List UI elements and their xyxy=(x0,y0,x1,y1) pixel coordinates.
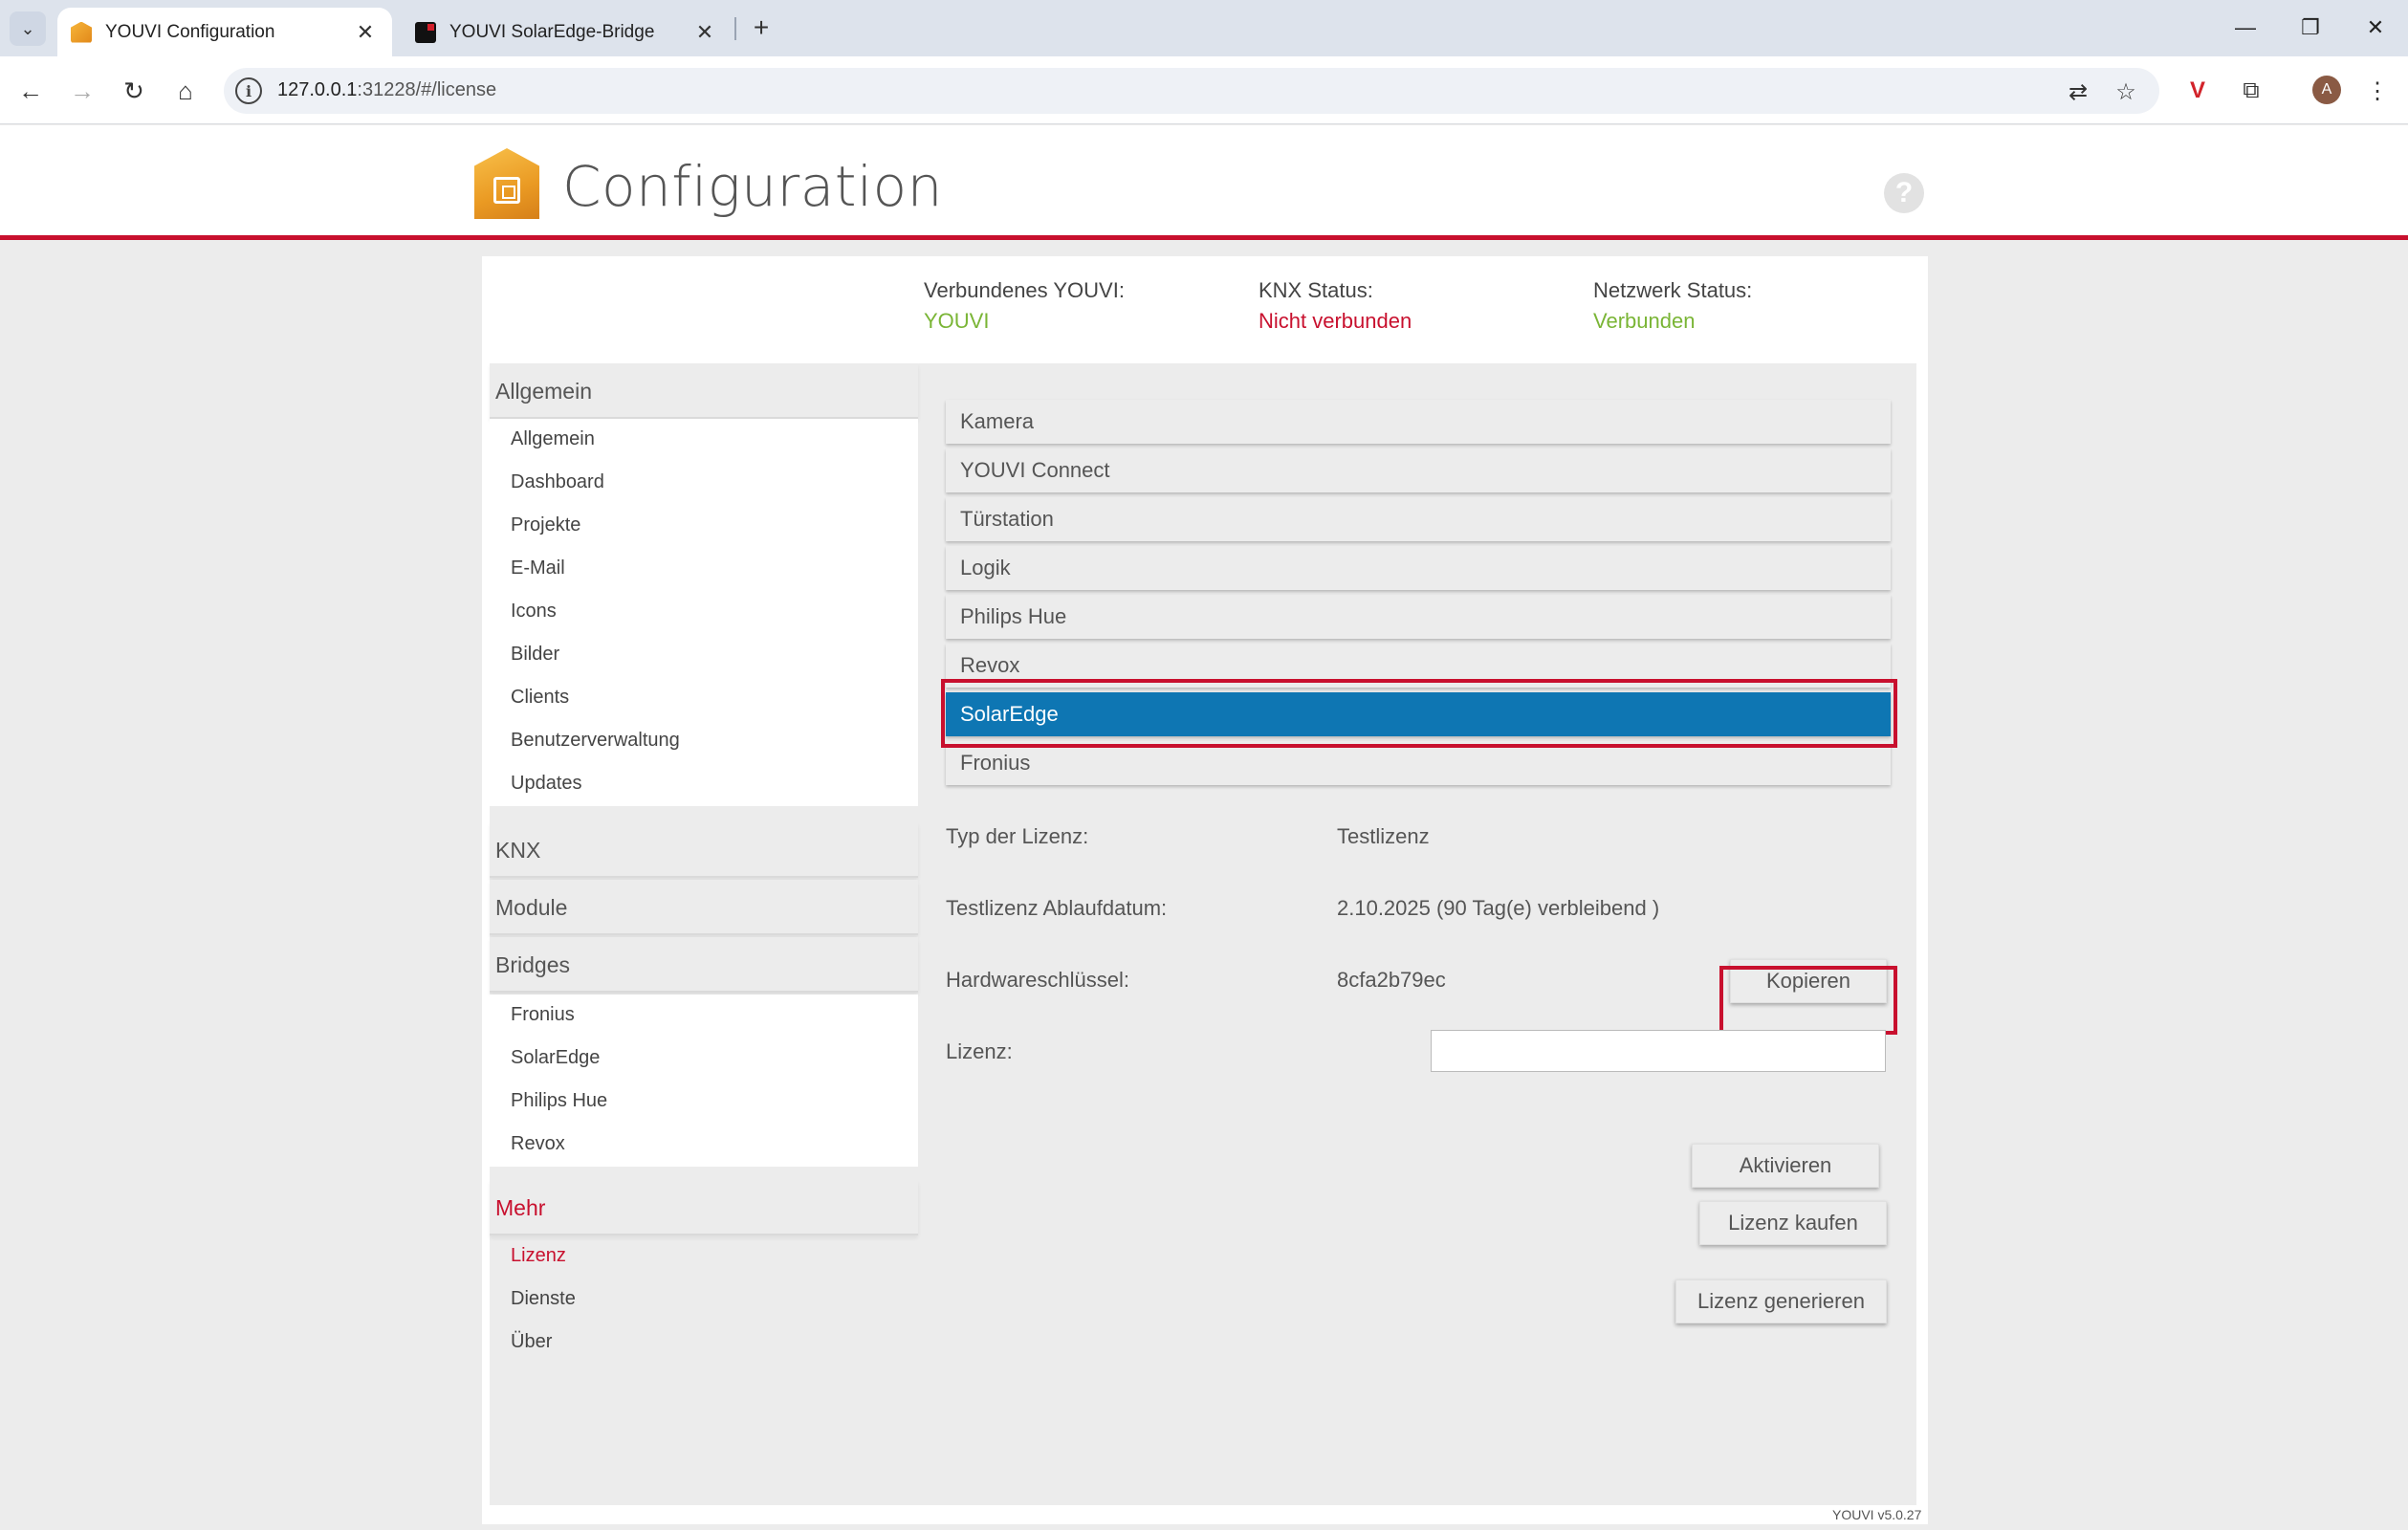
status-label: KNX Status: xyxy=(1259,278,1373,302)
license-expiry-label: Testlizenz Ablaufdatum: xyxy=(946,896,1168,920)
menu-dots-icon[interactable]: ⋮ xyxy=(2356,70,2398,112)
sidebar-head-knx[interactable]: KNX xyxy=(490,822,918,878)
sidebar-list-mehr: Lizenz Dienste Über xyxy=(490,1235,918,1365)
sidebar-item-lizenz[interactable]: Lizenz xyxy=(490,1235,918,1279)
translate-icon[interactable]: ⇄ xyxy=(2064,77,2092,106)
extension-icon[interactable]: V xyxy=(2177,70,2219,112)
tab-title: YOUVI SolarEdge-Bridge xyxy=(449,21,655,42)
sidebar-item-dienste[interactable]: Dienste xyxy=(490,1279,918,1322)
address-bar[interactable]: i 127.0.0.1:31228/#/license ⇄ ☆ xyxy=(224,68,2159,114)
reload-icon[interactable]: ↻ xyxy=(113,70,155,112)
status-value: Nicht verbunden xyxy=(1259,309,1412,333)
sidebar-item-email[interactable]: E-Mail xyxy=(490,548,918,591)
browser-tab-bar: ⌄ YOUVI Configuration ✕ YOUVI SolarEdge-… xyxy=(0,0,2408,56)
sidebar-item-fronius[interactable]: Fronius xyxy=(490,994,918,1038)
youvi-status: Verbundenes YOUVI: YOUVI xyxy=(924,275,1125,337)
puzzle-icon[interactable]: ⧉ xyxy=(2230,70,2272,112)
tab-search-chevron-icon[interactable]: ⌄ xyxy=(10,11,46,46)
copy-highlight-box xyxy=(1719,966,1897,1035)
license-type-label: Typ der Lizenz: xyxy=(946,824,1089,848)
help-icon[interactable]: ? xyxy=(1884,173,1924,213)
knx-status: KNX Status: Nicht verbunden xyxy=(1259,275,1412,337)
module-item-youvi-connect[interactable]: YOUVI Connect xyxy=(946,448,1891,492)
sidebar-item-clients[interactable]: Clients xyxy=(490,677,918,720)
sidebar-item-allgemein[interactable]: Allgemein xyxy=(490,419,918,462)
version-label: YOUVI v5.0.27 xyxy=(1832,1507,1922,1522)
minimize-icon[interactable]: — xyxy=(2219,8,2272,48)
new-tab-icon[interactable]: + xyxy=(744,10,778,46)
sidebar-item-revox[interactable]: Revox xyxy=(490,1124,918,1167)
tab-divider xyxy=(734,17,736,40)
restore-icon[interactable]: ❐ xyxy=(2284,8,2337,48)
activate-button[interactable]: Aktivieren xyxy=(1692,1144,1879,1188)
chip-icon xyxy=(493,177,520,204)
home-icon[interactable]: ⌂ xyxy=(164,70,207,112)
close-tab-icon[interactable]: ✕ xyxy=(352,20,379,45)
tab-youvi-solaredge-bridge[interactable]: YOUVI SolarEdge-Bridge ✕ xyxy=(402,8,732,56)
close-window-icon[interactable]: ✕ xyxy=(2349,8,2402,48)
status-value: YOUVI xyxy=(924,309,990,333)
status-label: Verbundenes YOUVI: xyxy=(924,278,1125,302)
sidebar-head-allgemein[interactable]: Allgemein xyxy=(490,363,918,419)
browser-toolbar: ← → ↻ ⌂ i 127.0.0.1:31228/#/license ⇄ ☆ … xyxy=(0,56,2408,124)
module-item-kamera[interactable]: Kamera xyxy=(946,400,1891,444)
sidebar-head-module[interactable]: Module xyxy=(490,880,918,935)
tab-title: YOUVI Configuration xyxy=(105,21,275,42)
license-expiry-value: 2.10.2025 (90 Tag(e) verbleibend ) xyxy=(1337,896,1660,920)
sidebar-list-allgemein: Allgemein Dashboard Projekte E-Mail Icon… xyxy=(490,419,918,806)
license-input[interactable] xyxy=(1431,1030,1886,1072)
site-info-icon[interactable]: i xyxy=(235,77,262,104)
license-type-value: Testlizenz xyxy=(1337,824,1430,848)
sidebar-item-philips-hue[interactable]: Philips Hue xyxy=(490,1081,918,1124)
url-text[interactable]: 127.0.0.1:31228/#/license xyxy=(277,79,496,101)
hardware-key-label: Hardwareschlüssel: xyxy=(946,968,1129,992)
tab-youvi-configuration[interactable]: YOUVI Configuration ✕ xyxy=(57,8,392,56)
app-header: Configuration ? xyxy=(0,125,2408,240)
sidebar-list-bridges: Fronius SolarEdge Philips Hue Revox xyxy=(490,994,918,1167)
forward-icon[interactable]: → xyxy=(61,70,103,112)
buy-license-button[interactable]: Lizenz kaufen xyxy=(1699,1201,1887,1245)
sidebar-head-mehr[interactable]: Mehr xyxy=(490,1180,918,1235)
youvi-favicon-icon xyxy=(71,21,92,43)
solaredge-highlight-box xyxy=(941,679,1897,748)
bridge-favicon-icon xyxy=(415,21,436,43)
bookmark-star-icon[interactable]: ☆ xyxy=(2112,77,2140,106)
sidebar-item-projekte[interactable]: Projekte xyxy=(490,505,918,548)
network-status: Netzwerk Status: Verbunden xyxy=(1593,275,1752,337)
sidebar-item-updates[interactable]: Updates xyxy=(490,763,918,806)
hardware-key-value: 8cfa2b79ec xyxy=(1337,968,1446,992)
main-container: Verbundenes YOUVI: YOUVI KNX Status: Nic… xyxy=(482,256,1928,1524)
module-item-philips-hue[interactable]: Philips Hue xyxy=(946,595,1891,639)
content-area: Allgemein Allgemein Dashboard Projekte E… xyxy=(490,363,1916,1505)
sidebar-item-solaredge[interactable]: SolarEdge xyxy=(490,1038,918,1081)
module-item-logik[interactable]: Logik xyxy=(946,546,1891,590)
sidebar-item-bilder[interactable]: Bilder xyxy=(490,634,918,677)
close-tab-icon[interactable]: ✕ xyxy=(691,20,718,45)
module-item-tuerstation[interactable]: Türstation xyxy=(946,497,1891,541)
license-label: Lizenz: xyxy=(946,1039,1013,1063)
sidebar-head-bridges[interactable]: Bridges xyxy=(490,937,918,993)
generate-license-button[interactable]: Lizenz generieren xyxy=(1675,1279,1887,1323)
back-icon[interactable]: ← xyxy=(10,70,52,112)
sidebar-item-icons[interactable]: Icons xyxy=(490,591,918,634)
status-label: Netzwerk Status: xyxy=(1593,278,1753,302)
status-value: Verbunden xyxy=(1593,309,1696,333)
sidebar-item-ueber[interactable]: Über xyxy=(490,1322,918,1365)
sidebar-item-dashboard[interactable]: Dashboard xyxy=(490,462,918,505)
sidebar-item-benutzerverwaltung[interactable]: Benutzerverwaltung xyxy=(490,720,918,763)
profile-avatar[interactable]: A xyxy=(2312,76,2341,104)
page-title: Configuration xyxy=(562,154,943,219)
